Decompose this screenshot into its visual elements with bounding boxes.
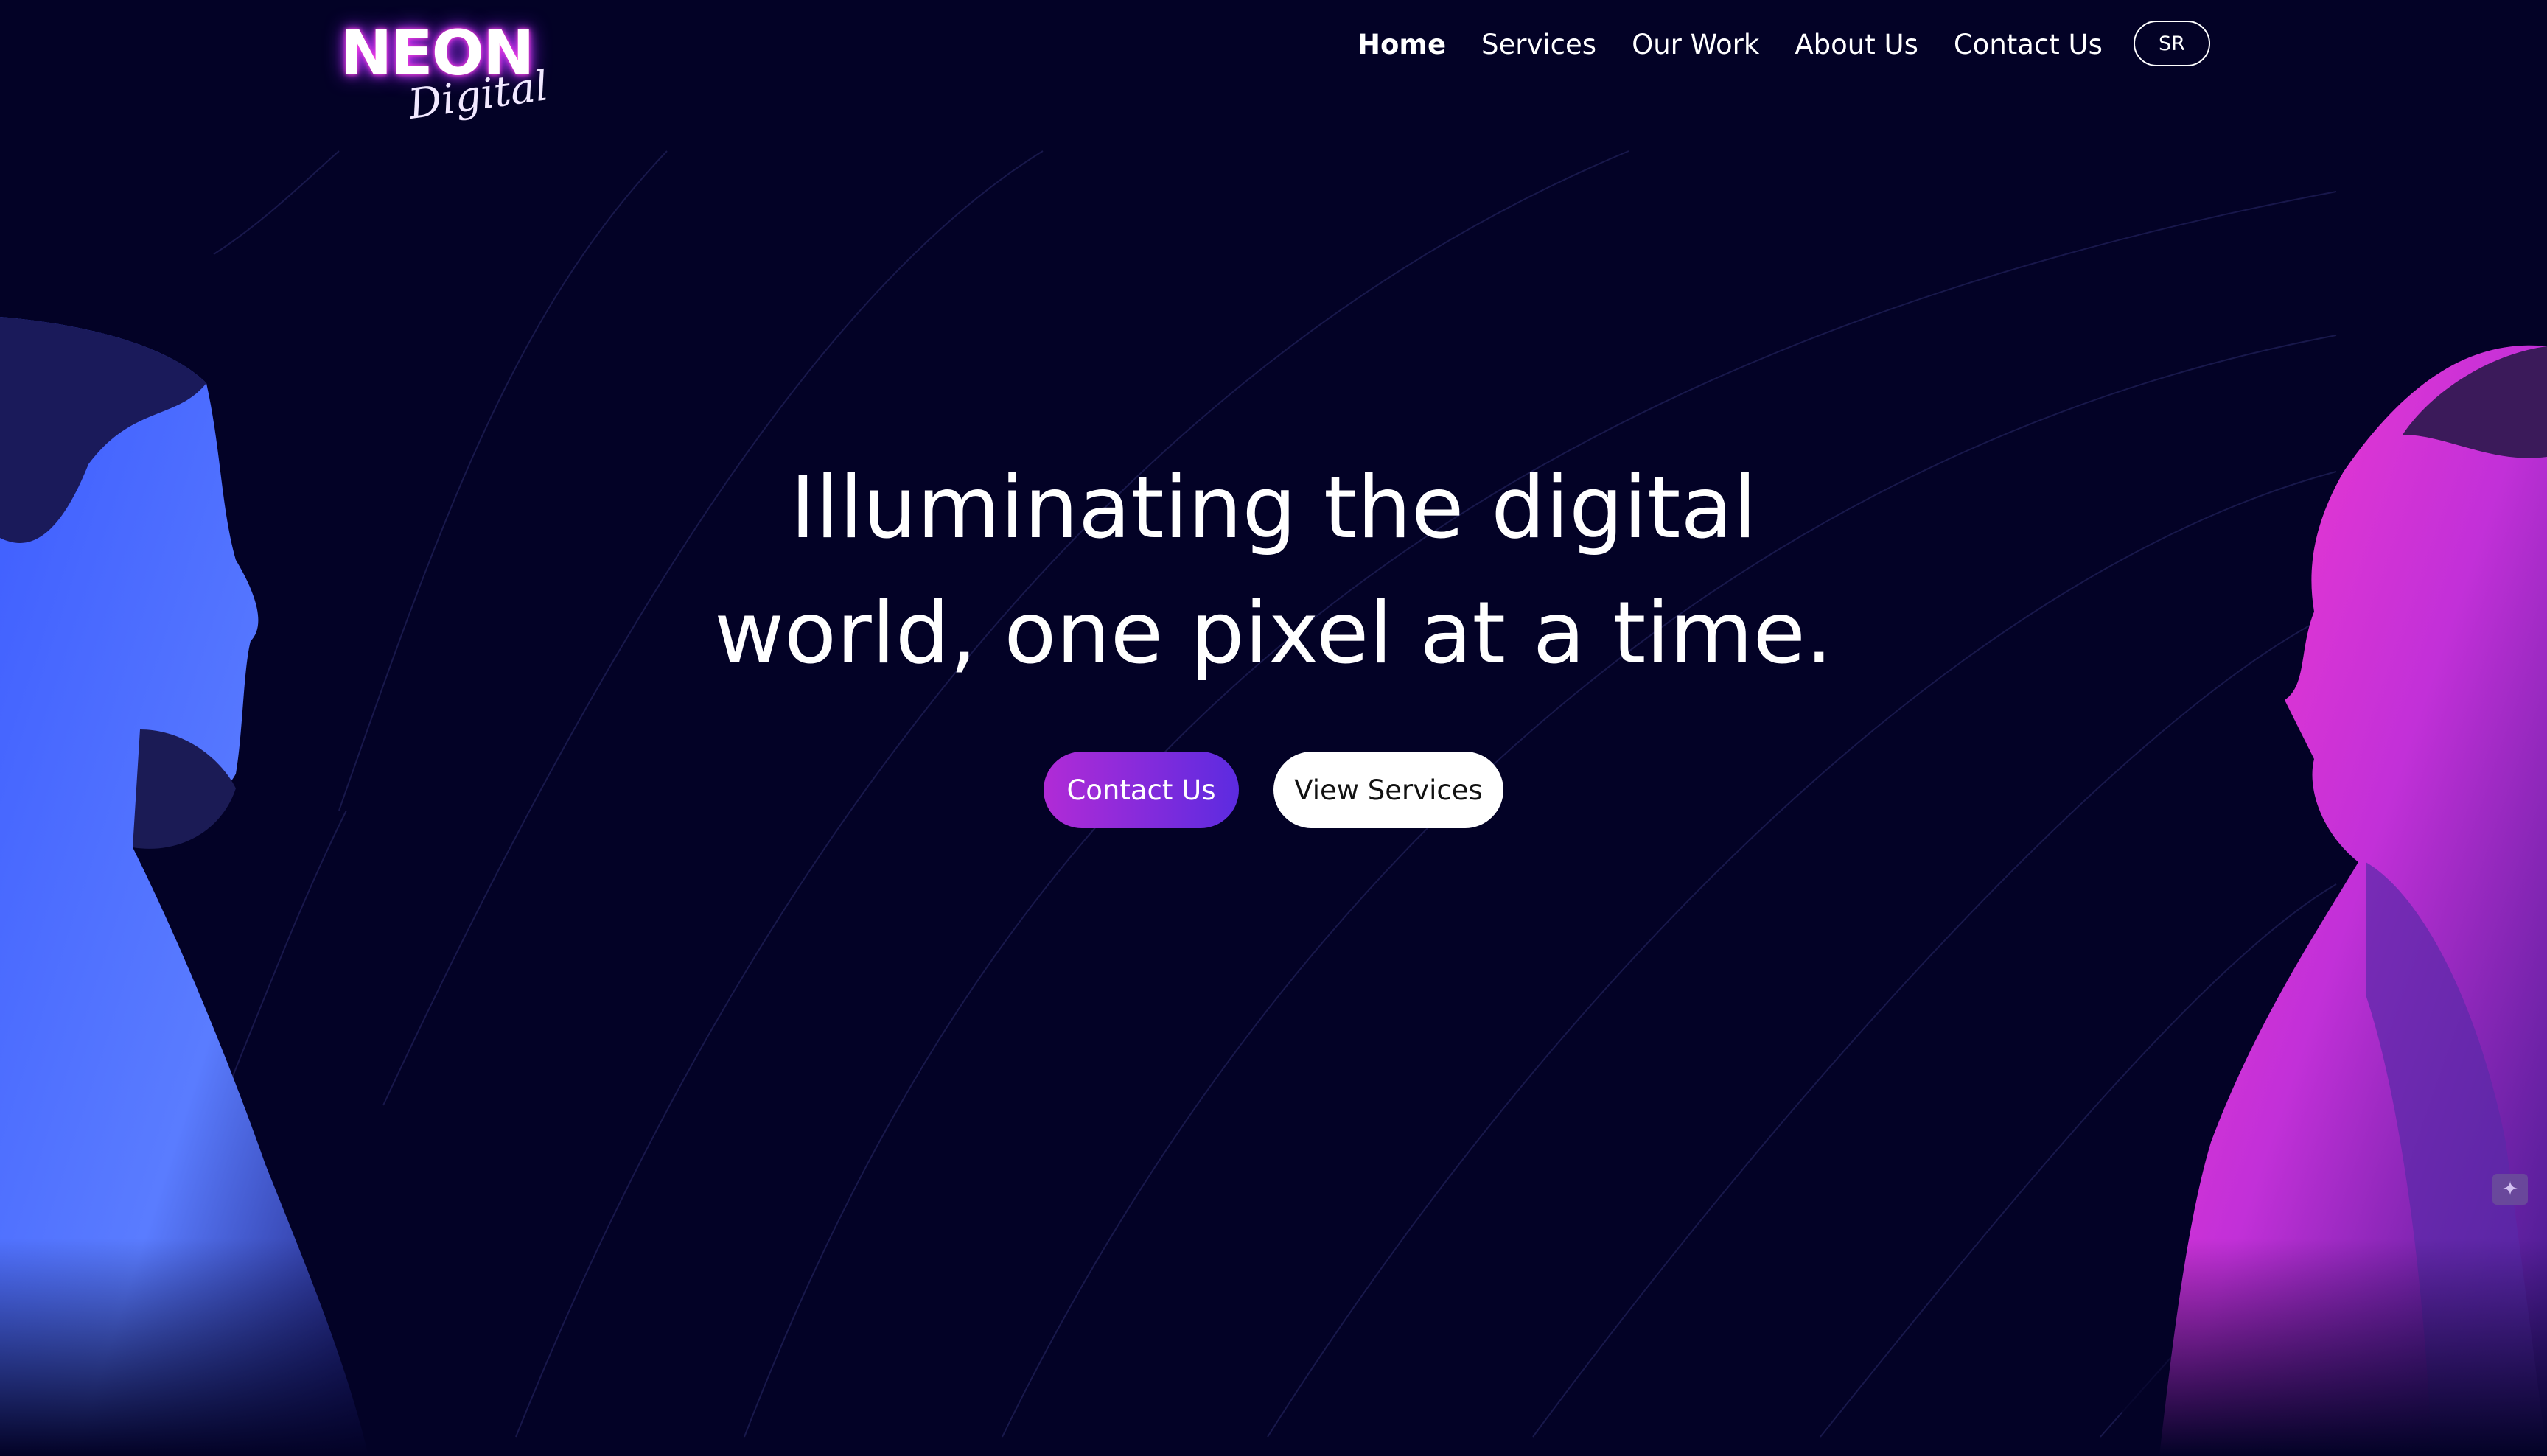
woman-profile-image: [2122, 345, 2547, 1456]
man-profile-image: [0, 317, 383, 1456]
nav-item-about-us[interactable]: About Us: [1795, 29, 1918, 60]
view-services-button[interactable]: View Services: [1274, 752, 1503, 828]
main-navigation: Home Services Our Work About Us Contact …: [1358, 22, 2138, 66]
language-switch-button[interactable]: SR: [2134, 21, 2210, 66]
hero-title-line-1: Illuminating the digital: [790, 458, 1757, 558]
nav-item-our-work[interactable]: Our Work: [1632, 29, 1759, 60]
hero-title-line-2: world, one pixel at a time.: [714, 584, 1833, 683]
contact-us-button[interactable]: Contact Us: [1044, 752, 1239, 828]
landing-page: NEON Digital Home Services Our Work Abou…: [0, 0, 2547, 1456]
sparkle-icon[interactable]: ✦: [2492, 1174, 2528, 1205]
neon-digital-logo[interactable]: NEON Digital: [340, 22, 551, 129]
nav-item-contact-us[interactable]: Contact Us: [1954, 29, 2103, 60]
nav-item-services[interactable]: Services: [1481, 29, 1596, 60]
nav-item-home[interactable]: Home: [1358, 29, 1446, 60]
hero-title: Illuminating the digital world, one pixe…: [516, 446, 2031, 696]
